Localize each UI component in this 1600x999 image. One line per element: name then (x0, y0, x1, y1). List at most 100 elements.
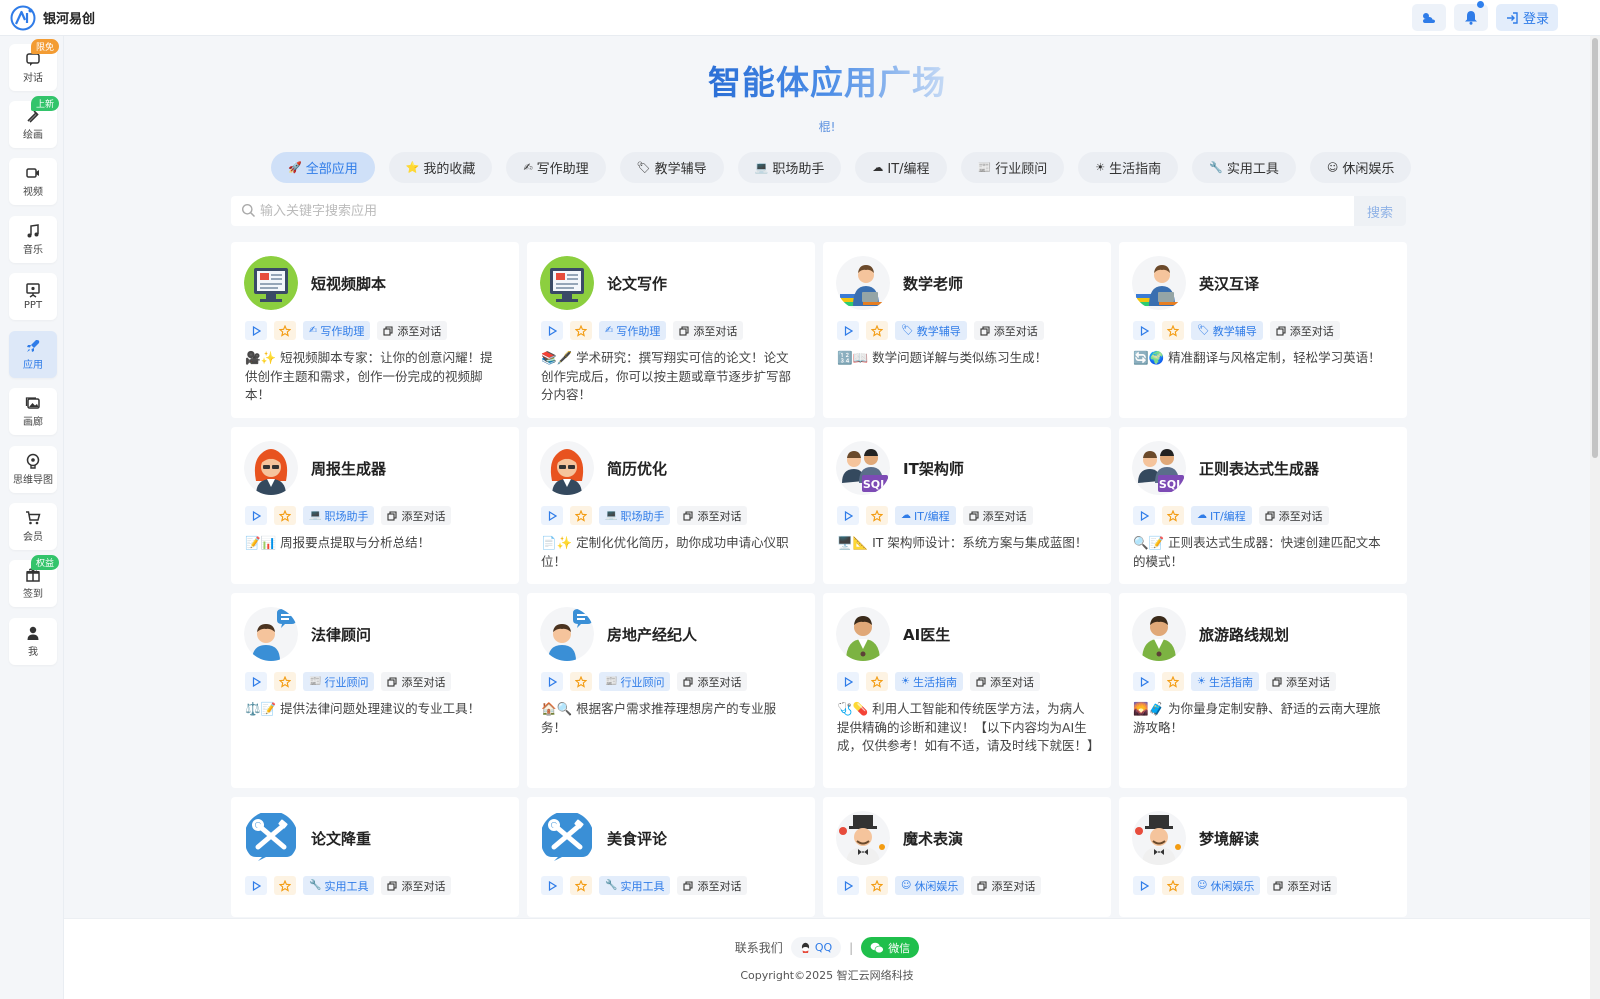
play-button[interactable] (245, 506, 267, 525)
sidebar-item-music[interactable]: 音乐 (9, 216, 57, 263)
favorite-button[interactable] (866, 672, 888, 691)
add-to-chat-button[interactable]: 添至对话 (677, 506, 748, 525)
favorite-button[interactable] (1162, 876, 1184, 895)
favorite-button[interactable] (866, 876, 888, 895)
sidebar-item-brush[interactable]: 上新 绘画 (9, 96, 59, 148)
notification-button[interactable] (1453, 1, 1488, 31)
category-tag[interactable]: ☁ IT/编程 (1191, 506, 1252, 525)
category-tab[interactable]: ☀ 生活指南 (1078, 152, 1179, 183)
category-tag[interactable]: 📰 行业顾问 (303, 672, 375, 691)
category-tag[interactable]: ☺ 休闲娱乐 (895, 876, 965, 895)
app-card[interactable]: 梦境解读 ☺ 休闲娱乐 添至对话 (1119, 797, 1407, 917)
category-tag[interactable]: ✍ 写作助理 (303, 321, 371, 340)
app-card[interactable]: AI医生 ☀ 生活指南 添至对话 🩺💊 利用人工智能和传统医学方法，为病人提供精… (823, 593, 1111, 788)
sidebar-item-gift[interactable]: 权益 签到 (9, 555, 59, 607)
favorite-button[interactable] (274, 321, 296, 340)
favorite-button[interactable] (274, 876, 296, 895)
add-to-chat-button[interactable]: 添至对话 (677, 876, 748, 895)
app-card[interactable]: 旅游路线规划 ☀ 生活指南 添至对话 🌄🧳 为你量身定制安静、舒适的云南大理旅游… (1119, 593, 1407, 788)
category-tag[interactable]: ✍ 写作助理 (599, 321, 667, 340)
category-tag[interactable]: 💻 职场助手 (599, 506, 671, 525)
add-to-chat-button[interactable]: 添至对话 (677, 672, 748, 691)
play-button[interactable] (837, 506, 859, 525)
sidebar-item-cart[interactable]: 会员 (9, 503, 57, 550)
category-tab[interactable]: ⭐ 我的收藏 (388, 152, 493, 183)
favorite-button[interactable] (570, 876, 592, 895)
add-to-chat-button[interactable]: 添至对话 (673, 321, 744, 340)
add-to-chat-button[interactable]: 添至对话 (1258, 506, 1329, 525)
favorite-button[interactable] (570, 672, 592, 691)
play-button[interactable] (1133, 506, 1155, 525)
app-card[interactable]: 英汉互译 🏷 教学辅导 添至对话 🔄🌍 精准翻译与风格定制，轻松学习英语！ (1119, 242, 1407, 418)
weather-theme-button[interactable] (1411, 4, 1446, 31)
add-to-chat-button[interactable]: 添至对话 (969, 672, 1040, 691)
category-tag[interactable]: 🔧 实用工具 (599, 876, 671, 895)
category-tab[interactable]: ☁ IT/编程 (855, 152, 947, 183)
wechat-button[interactable]: 微信 (861, 937, 920, 958)
play-button[interactable] (541, 321, 563, 340)
category-tab[interactable]: ✍ 写作助理 (506, 152, 606, 183)
add-to-chat-button[interactable]: 添至对话 (1267, 876, 1338, 895)
app-card[interactable]: 论文降重 🔧 实用工具 添至对话 (231, 797, 519, 917)
brand[interactable]: 银河易创 (10, 5, 95, 31)
app-card[interactable]: 周报生成器 💻 职场助手 添至对话 📝📊 周报要点提取与分析总结！ (231, 427, 519, 584)
app-card[interactable]: 短视频脚本 ✍ 写作助理 添至对话 🎥✨ 短视频脚本专家：让你的创意闪耀！提供创… (231, 242, 519, 418)
category-tab[interactable]: 🏷 教学辅导 (619, 152, 724, 183)
add-to-chat-button[interactable]: 添至对话 (381, 506, 452, 525)
favorite-button[interactable] (570, 321, 592, 340)
category-tab[interactable]: 📰 行业顾问 (960, 152, 1065, 183)
category-tag[interactable]: 🏷 教学辅导 (1191, 321, 1263, 340)
play-button[interactable] (837, 672, 859, 691)
category-tag[interactable]: ☀ 生活指南 (895, 672, 963, 691)
add-to-chat-button[interactable]: 添至对话 (1265, 672, 1336, 691)
add-to-chat-button[interactable]: 添至对话 (973, 321, 1044, 340)
sidebar-item-video[interactable]: 视频 (9, 158, 57, 205)
scroll-thumb[interactable] (1592, 38, 1598, 458)
category-tag[interactable]: 🏷 教学辅导 (895, 321, 967, 340)
add-to-chat-button[interactable]: 添至对话 (1269, 321, 1340, 340)
play-button[interactable] (245, 321, 267, 340)
play-button[interactable] (541, 876, 563, 895)
favorite-button[interactable] (274, 672, 296, 691)
app-card[interactable]: 魔术表演 ☺ 休闲娱乐 添至对话 (823, 797, 1111, 917)
app-card[interactable]: 简历优化 💻 职场助手 添至对话 📄✨ 定制化优化简历，助你成功申请心仪职位！ (527, 427, 815, 584)
add-to-chat-button[interactable]: 添至对话 (971, 876, 1042, 895)
favorite-button[interactable] (1162, 321, 1184, 340)
favorite-button[interactable] (274, 506, 296, 525)
play-button[interactable] (1133, 321, 1155, 340)
favorite-button[interactable] (866, 321, 888, 340)
sidebar-item-mindmap[interactable]: 思维导图 (9, 446, 57, 493)
category-tag[interactable]: ☁ IT/编程 (895, 506, 956, 525)
play-button[interactable] (245, 672, 267, 691)
favorite-button[interactable] (1162, 506, 1184, 525)
play-button[interactable] (541, 506, 563, 525)
add-to-chat-button[interactable]: 添至对话 (377, 321, 448, 340)
scrollbar[interactable] (1590, 36, 1600, 999)
app-card[interactable]: SQL 正则表达式生成器 ☁ IT/编程 添至对话 🔍📝 正则表达式生成器：快速… (1119, 427, 1407, 584)
category-tab[interactable]: 🚀 全部应用 (271, 152, 375, 183)
add-to-chat-button[interactable]: 添至对话 (381, 876, 452, 895)
app-card[interactable]: SQL IT架构师 ☁ IT/编程 添至对话 🖥️📐 IT 架构师设计：系统方案… (823, 427, 1111, 584)
app-card[interactable]: 房地产经纪人 📰 行业顾问 添至对话 🏠🔍 根据客户需求推荐理想房产的专业服务！ (527, 593, 815, 788)
add-to-chat-button[interactable]: 添至对话 (962, 506, 1033, 525)
add-to-chat-button[interactable]: 添至对话 (381, 672, 452, 691)
category-tab[interactable]: 💻 职场助手 (737, 152, 842, 183)
favorite-button[interactable] (570, 506, 592, 525)
sidebar-item-user[interactable]: 我 (9, 618, 57, 665)
category-tag[interactable]: 🔧 实用工具 (303, 876, 375, 895)
search-button[interactable]: 搜索 (1354, 196, 1406, 226)
category-tag[interactable]: 💻 职场助手 (303, 506, 375, 525)
favorite-button[interactable] (1162, 672, 1184, 691)
play-button[interactable] (541, 672, 563, 691)
sidebar-item-chat[interactable]: 限免 对话 (9, 39, 59, 91)
sidebar-item-rocket[interactable]: 应用 (9, 331, 57, 378)
app-card[interactable]: 法律顾问 📰 行业顾问 添至对话 ⚖️📝 提供法律问题处理建议的专业工具！ (231, 593, 519, 788)
search-input[interactable] (231, 196, 1354, 226)
favorite-button[interactable] (866, 506, 888, 525)
sidebar-item-gallery[interactable]: 画廊 (9, 388, 57, 435)
play-button[interactable] (245, 876, 267, 895)
play-button[interactable] (1133, 876, 1155, 895)
play-button[interactable] (837, 876, 859, 895)
category-tag[interactable]: 📰 行业顾问 (599, 672, 671, 691)
category-tag[interactable]: ☺ 休闲娱乐 (1191, 876, 1261, 895)
